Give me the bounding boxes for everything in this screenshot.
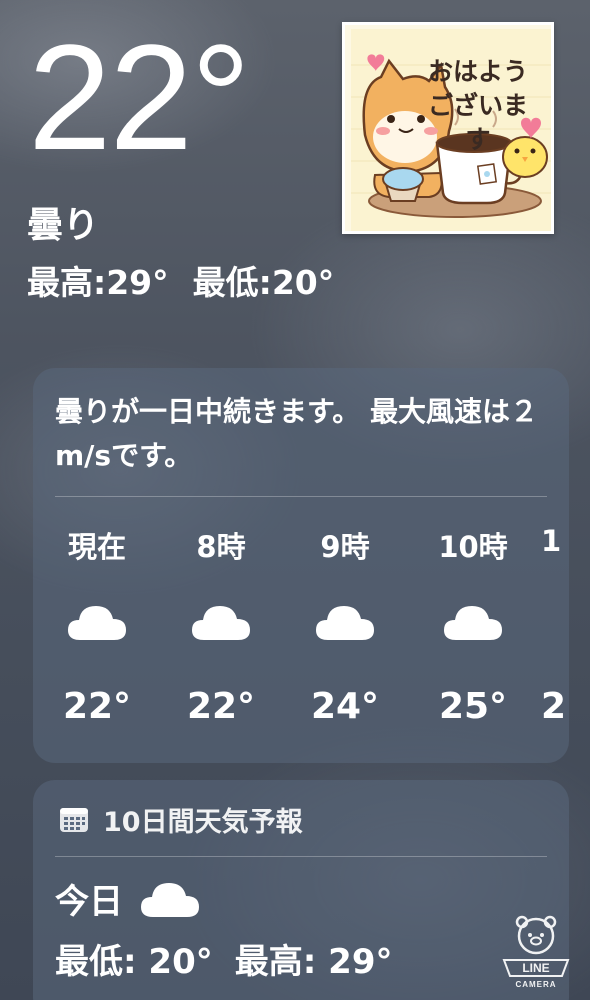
hour-item[interactable]: 現在 22° — [47, 516, 147, 746]
svg-text:CAMERA: CAMERA — [515, 980, 556, 989]
cloud-icon — [68, 606, 126, 640]
day-high-low: 最低: 20° 最高: 29° — [55, 934, 393, 983]
bear-logo-icon: LINE CAMERA — [502, 915, 570, 989]
cloud-icon — [444, 606, 502, 640]
hour-item[interactable]: 9時 24° — [295, 516, 395, 746]
current-high: 最高:29° — [27, 263, 169, 302]
ten-day-forecast-card: 10日間天気予報 今日 最低: 20° 最高: 29° — [33, 780, 569, 1000]
divider — [55, 856, 547, 857]
cloud-icon — [141, 882, 199, 917]
hour-label: 1 — [541, 524, 562, 558]
current-condition: 曇り — [27, 205, 100, 246]
hour-label: 9時 — [320, 530, 370, 564]
current-high-low: 最高:29° 最低:20° — [27, 256, 334, 304]
hour-temp: 22° — [186, 686, 256, 727]
cloud-icon — [192, 606, 250, 640]
hour-temp: 2 — [541, 686, 567, 727]
day-high: 最高: 29° — [234, 942, 393, 982]
day-low: 最低: 20° — [55, 942, 213, 982]
hourly-scroll[interactable]: 現在 22° 8時 22° 9時 24° 10時 25° 1 2 — [33, 516, 569, 746]
day-row-today[interactable]: 今日 — [55, 874, 201, 923]
hour-temp: 25° — [438, 686, 508, 727]
ten-day-title: 10日間天気予報 — [103, 807, 303, 838]
hour-item[interactable]: 1 2 — [541, 516, 569, 746]
hourly-summary: 曇りが一日中続きます。 最大風速は２m/sです。 — [55, 395, 538, 472]
sticker-greeting-text: おはようございます — [427, 57, 528, 154]
current-temperature: 22° — [28, 13, 251, 181]
hour-label: 8時 — [196, 530, 246, 564]
ten-day-header: 10日間天気予報 — [59, 800, 303, 839]
divider — [55, 496, 547, 497]
current-low: 最低:20° — [192, 263, 335, 302]
day-name: 今日 — [55, 882, 123, 922]
calendar-icon — [60, 807, 88, 832]
hourly-forecast-card: 曇りが一日中続きます。 最大風速は２m/sです。 現在 22° 8時 22° 9… — [33, 368, 569, 763]
svg-text:LINE: LINE — [522, 961, 549, 975]
greeting-sticker: おはようございます — [342, 22, 554, 234]
hour-item[interactable]: 8時 22° — [171, 516, 271, 746]
hour-temp: 24° — [310, 686, 380, 727]
cloud-icon — [316, 606, 374, 640]
hour-label: 現在 — [67, 530, 126, 564]
hour-item[interactable]: 10時 25° — [423, 516, 523, 746]
hour-temp: 22° — [62, 686, 132, 727]
line-camera-watermark: LINE CAMERA — [498, 910, 574, 990]
hour-label: 10時 — [438, 530, 508, 564]
